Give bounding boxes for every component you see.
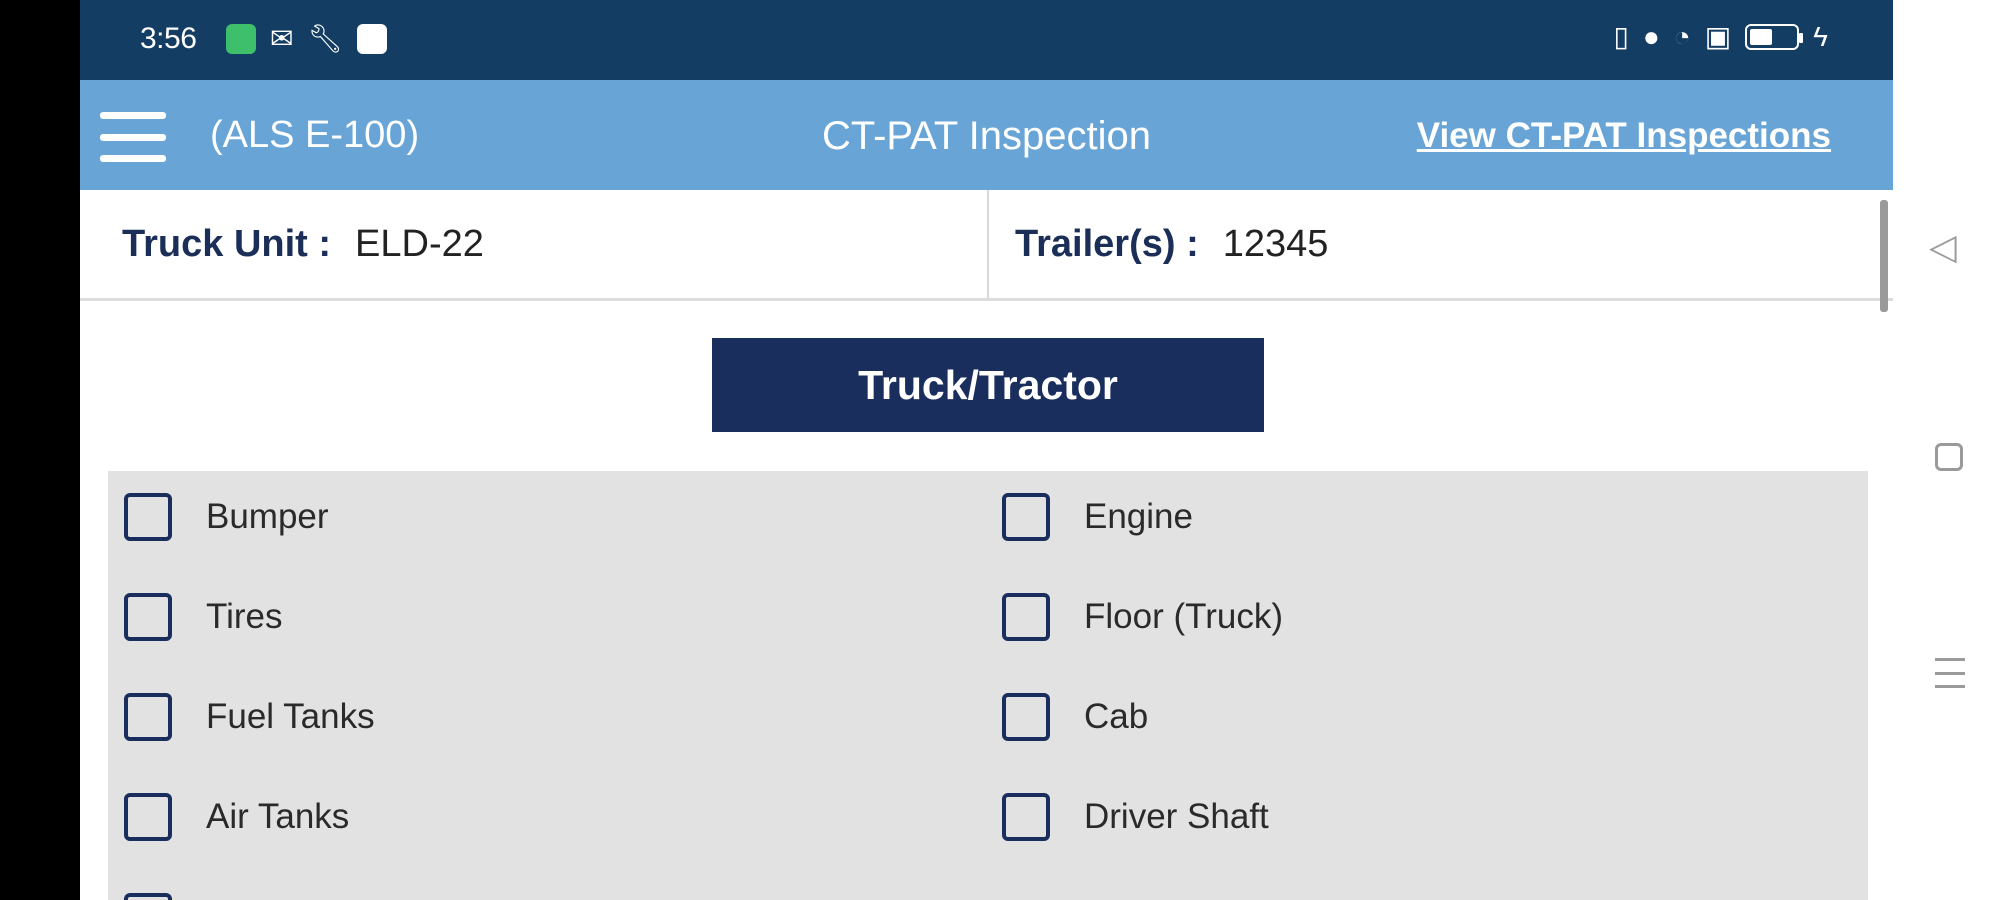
checkbox[interactable]: [1002, 493, 1050, 541]
message-icon: [357, 24, 388, 54]
system-status-icons: ▯ ● ◔ ▣ ϟ: [1613, 22, 1828, 52]
hamburger-menu-icon[interactable]: [100, 112, 166, 162]
checklist-item-fuel-tanks[interactable]: Fuel Tanks: [124, 693, 375, 741]
recent-line: [1935, 658, 1965, 661]
gmail-icon: ✉: [270, 23, 294, 54]
truck-unit-field: Truck Unit : ELD-22: [122, 190, 484, 298]
checklist-label: Cab: [1084, 697, 1149, 736]
battery-tip: [1799, 33, 1804, 43]
trailer-label: Trailer(s) :: [1015, 222, 1199, 265]
device-bezel: [0, 0, 80, 900]
checklist-item-engine[interactable]: Engine: [1002, 493, 1193, 541]
checkbox[interactable]: [1002, 593, 1050, 641]
checklist-label: Engine: [1084, 497, 1193, 536]
status-time: 3:56: [140, 22, 197, 55]
no-sim-icon: ▣: [1704, 21, 1732, 52]
menu-line: [100, 112, 166, 119]
truck-tractor-button[interactable]: Truck/Tractor: [712, 338, 1264, 432]
back-icon[interactable]: ◁: [1929, 226, 1957, 268]
battery-icon: [1745, 24, 1804, 50]
checklist-item-bumper[interactable]: Bumper: [124, 493, 329, 541]
checklist-item-cab[interactable]: Cab: [1002, 693, 1148, 741]
checklist-item-air-tanks[interactable]: Air Tanks: [124, 793, 349, 841]
checklist-label: Driver Shaft: [1084, 797, 1269, 836]
checklist-item-driver-shaft[interactable]: Driver Shaft: [1002, 793, 1269, 841]
checkbox[interactable]: [124, 693, 172, 741]
scrollbar[interactable]: [1880, 200, 1888, 312]
app-screen: 3:56 ✉ 🔧︎ ▯ ● ◔ ▣ ϟ (ALS E-100) CT-PAT I…: [80, 0, 1893, 900]
menu-line: [100, 133, 166, 141]
checkbox[interactable]: [124, 493, 172, 541]
location-icon: ●: [1642, 21, 1660, 52]
battery-level: [1750, 29, 1773, 45]
menu-line: [100, 155, 166, 162]
checklist-item-tires[interactable]: Tires: [124, 593, 282, 641]
checklist-label: Tires: [206, 597, 283, 636]
app-bar: (ALS E-100) CT-PAT Inspection View CT-PA…: [80, 80, 1893, 190]
checklist-label: Floor (Truck): [1084, 597, 1283, 636]
checkbox[interactable]: [1002, 793, 1050, 841]
checklist-label: Fuel Tanks: [206, 697, 375, 736]
system-nav-bar: ◁: [1893, 0, 2003, 900]
trailer-value: 12345: [1222, 222, 1329, 265]
checklist-label: Air Tanks: [206, 797, 350, 836]
checklist-item-partial[interactable]: [124, 893, 206, 900]
truck-unit-value: ELD-22: [355, 222, 484, 265]
info-divider: [987, 190, 989, 298]
charging-icon: ϟ: [1813, 21, 1828, 52]
notification-icons: ✉ 🔧︎: [226, 23, 388, 54]
checkbox[interactable]: [1002, 693, 1050, 741]
checkbox[interactable]: [124, 593, 172, 641]
wrench-icon: 🔧︎: [307, 23, 344, 54]
truck-unit-label: Truck Unit :: [122, 222, 332, 265]
checkbox[interactable]: [124, 793, 172, 841]
recent-apps-icon[interactable]: [1935, 658, 1965, 688]
unit-code: (ALS E-100): [210, 114, 420, 156]
recent-line: [1935, 685, 1965, 688]
checklist-item-floor-truck[interactable]: Floor (Truck): [1002, 593, 1283, 641]
vibrate-icon: ▯: [1613, 21, 1629, 52]
view-inspections-link[interactable]: View CT-PAT Inspections: [1417, 116, 1831, 156]
status-bar: 3:56 ✉ 🔧︎ ▯ ● ◔ ▣ ϟ: [80, 0, 1893, 80]
trailer-field: Trailer(s) : 12345: [1015, 190, 1328, 298]
checklist-label: Bumper: [206, 497, 329, 536]
recent-line: [1935, 671, 1965, 675]
checkbox[interactable]: [124, 893, 172, 900]
app-notification-icon: [226, 24, 256, 54]
home-icon[interactable]: [1935, 443, 1963, 471]
inspection-checklist: Bumper Tires Fuel Tanks Air Tanks Engine…: [108, 471, 1868, 900]
unit-info-row: Truck Unit : ELD-22 Trailer(s) : 12345: [80, 190, 1893, 301]
wifi-icon: ◔: [1673, 21, 1691, 52]
